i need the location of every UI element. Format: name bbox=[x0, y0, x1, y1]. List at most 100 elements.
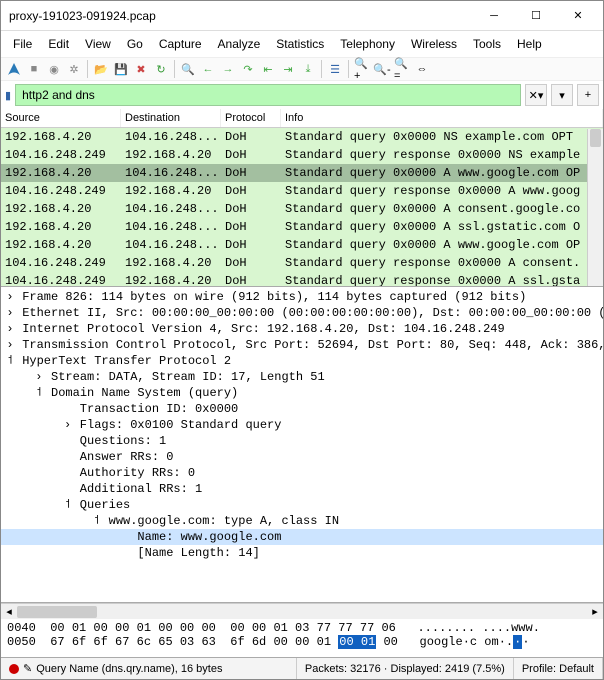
zoom-in-icon[interactable]: 🔍+ bbox=[353, 60, 371, 78]
detail-line[interactable]: › Ethernet II, Src: 00:00:00_00:00:00 (0… bbox=[1, 305, 603, 321]
vertical-scrollbar[interactable] bbox=[587, 129, 603, 286]
last-icon[interactable]: ⇥ bbox=[279, 60, 297, 78]
menu-view[interactable]: View bbox=[79, 35, 117, 53]
minimize-button[interactable]: ─ bbox=[473, 2, 515, 30]
tree-caret-icon[interactable]: › bbox=[5, 338, 15, 352]
menu-edit[interactable]: Edit bbox=[42, 35, 75, 53]
jump-icon[interactable]: ↷ bbox=[239, 60, 257, 78]
menu-bar: File Edit View Go Capture Analyze Statis… bbox=[1, 31, 603, 57]
menu-help[interactable]: Help bbox=[511, 35, 548, 53]
details-hscroll[interactable]: ◂ ▸ bbox=[1, 603, 603, 619]
reload-icon[interactable]: ↻ bbox=[152, 60, 170, 78]
tree-caret-icon[interactable] bbox=[120, 546, 130, 560]
stop-icon[interactable]: ■ bbox=[25, 60, 43, 78]
detail-line[interactable]: Questions: 1 bbox=[1, 433, 603, 449]
detail-line[interactable]: [Name Length: 14] bbox=[1, 545, 603, 561]
packet-row[interactable]: 192.168.4.20104.16.248...DoHStandard que… bbox=[1, 164, 603, 182]
tree-caret-icon[interactable] bbox=[63, 450, 73, 464]
prev-icon[interactable]: ← bbox=[199, 60, 217, 78]
options-icon[interactable]: ✲ bbox=[65, 60, 83, 78]
col-destination[interactable]: Destination bbox=[121, 109, 221, 127]
colorize-icon[interactable]: ☰ bbox=[326, 60, 344, 78]
detail-line[interactable]: ˦ www.google.com: type A, class IN bbox=[1, 513, 603, 529]
detail-line[interactable]: Transaction ID: 0x0000 bbox=[1, 401, 603, 417]
save-icon[interactable]: 💾 bbox=[112, 60, 130, 78]
menu-telephony[interactable]: Telephony bbox=[334, 35, 401, 53]
detail-line[interactable]: ˦ Domain Name System (query) bbox=[1, 385, 603, 401]
packet-list-pane[interactable]: Source Destination Protocol Info 192.168… bbox=[1, 109, 603, 287]
status-left: ✎ Query Name (dns.qry.name), 16 bytes bbox=[1, 658, 297, 679]
menu-file[interactable]: File bbox=[7, 35, 38, 53]
tree-caret-icon[interactable] bbox=[63, 482, 73, 496]
scroll-left-icon[interactable]: ◂ bbox=[1, 605, 17, 618]
packet-row[interactable]: 192.168.4.20104.16.248...DoHStandard que… bbox=[1, 236, 603, 254]
capture-info-icon[interactable]: ✎ bbox=[23, 662, 32, 675]
status-right[interactable]: Profile: Default bbox=[514, 658, 603, 679]
title-bar: proxy-191023-091924.pcap ─ ☐ ✕ bbox=[1, 1, 603, 31]
menu-statistics[interactable]: Statistics bbox=[270, 35, 330, 53]
bookmark-icon[interactable]: ▮ bbox=[5, 89, 11, 102]
menu-tools[interactable]: Tools bbox=[467, 35, 507, 53]
zoom-out-icon[interactable]: 🔍- bbox=[373, 60, 391, 78]
tree-caret-icon[interactable]: › bbox=[5, 322, 15, 336]
tree-caret-icon[interactable]: › bbox=[5, 290, 15, 304]
tree-caret-icon[interactable] bbox=[63, 402, 73, 416]
detail-line[interactable]: Name: www.google.com bbox=[1, 529, 603, 545]
open-icon[interactable]: 📂 bbox=[92, 60, 110, 78]
fin-icon[interactable] bbox=[5, 60, 23, 78]
hex-dump-pane[interactable]: 0040 00 01 00 00 01 00 00 00 00 00 01 03… bbox=[1, 619, 603, 657]
tree-caret-icon[interactable]: › bbox=[63, 418, 73, 432]
next-icon[interactable]: → bbox=[219, 60, 237, 78]
tree-caret-icon[interactable]: › bbox=[34, 370, 44, 384]
tree-caret-icon[interactable] bbox=[63, 434, 73, 448]
close-button[interactable]: ✕ bbox=[557, 2, 599, 30]
find-icon[interactable]: 🔍 bbox=[179, 60, 197, 78]
first-icon[interactable]: ⇤ bbox=[259, 60, 277, 78]
scroll-right-icon[interactable]: ▸ bbox=[587, 605, 603, 618]
detail-line[interactable]: ˦ Queries bbox=[1, 497, 603, 513]
detail-line[interactable]: Answer RRs: 0 bbox=[1, 449, 603, 465]
filter-apply-button[interactable]: ▾ bbox=[551, 84, 573, 106]
display-filter-input[interactable]: http2 and dns bbox=[15, 84, 521, 106]
tree-caret-icon[interactable]: ˦ bbox=[5, 354, 15, 368]
detail-line[interactable]: › Internet Protocol Version 4, Src: 192.… bbox=[1, 321, 603, 337]
detail-line[interactable]: › Flags: 0x0100 Standard query bbox=[1, 417, 603, 433]
filter-add-button[interactable]: + bbox=[577, 84, 599, 106]
col-info[interactable]: Info bbox=[281, 109, 603, 127]
packet-row[interactable]: 104.16.248.249192.168.4.20DoHStandard qu… bbox=[1, 182, 603, 200]
resize-cols-icon[interactable]: ⇔ bbox=[413, 60, 431, 78]
menu-wireless[interactable]: Wireless bbox=[405, 35, 463, 53]
detail-line[interactable]: › Stream: DATA, Stream ID: 17, Length 51 bbox=[1, 369, 603, 385]
detail-line[interactable]: › Frame 826: 114 bytes on wire (912 bits… bbox=[1, 289, 603, 305]
menu-analyze[interactable]: Analyze bbox=[212, 35, 267, 53]
tree-caret-icon[interactable]: ˦ bbox=[34, 386, 44, 400]
tree-caret-icon[interactable]: ˦ bbox=[63, 498, 73, 512]
menu-go[interactable]: Go bbox=[121, 35, 149, 53]
detail-line[interactable]: › Transmission Control Protocol, Src Por… bbox=[1, 337, 603, 353]
tree-caret-icon[interactable] bbox=[63, 466, 73, 480]
restart-icon[interactable]: ◉ bbox=[45, 60, 63, 78]
autoscroll-icon[interactable]: ⤓ bbox=[299, 60, 317, 78]
packet-row[interactable]: 104.16.248.249192.168.4.20DoHStandard qu… bbox=[1, 272, 603, 287]
packet-details-pane[interactable]: › Frame 826: 114 bytes on wire (912 bits… bbox=[1, 287, 603, 603]
packet-row[interactable]: 192.168.4.20104.16.248...DoHStandard que… bbox=[1, 218, 603, 236]
close-file-icon[interactable]: ✖ bbox=[132, 60, 150, 78]
col-protocol[interactable]: Protocol bbox=[221, 109, 281, 127]
tree-caret-icon[interactable]: ˦ bbox=[91, 514, 101, 528]
tree-caret-icon[interactable] bbox=[120, 530, 130, 544]
expert-info-icon[interactable] bbox=[9, 664, 19, 674]
tree-caret-icon[interactable]: › bbox=[5, 306, 15, 320]
zoom-reset-icon[interactable]: 🔍= bbox=[393, 60, 411, 78]
menu-capture[interactable]: Capture bbox=[153, 35, 208, 53]
packet-row[interactable]: 192.168.4.20104.16.248...DoHStandard que… bbox=[1, 200, 603, 218]
detail-line[interactable]: Authority RRs: 0 bbox=[1, 465, 603, 481]
filter-clear-button[interactable]: ✕▾ bbox=[525, 84, 547, 106]
packet-row[interactable]: 192.168.4.20104.16.248...DoHStandard que… bbox=[1, 128, 603, 146]
packet-row[interactable]: 104.16.248.249192.168.4.20DoHStandard qu… bbox=[1, 146, 603, 164]
col-source[interactable]: Source bbox=[1, 109, 121, 127]
maximize-button[interactable]: ☐ bbox=[515, 2, 557, 30]
packet-row[interactable]: 104.16.248.249192.168.4.20DoHStandard qu… bbox=[1, 254, 603, 272]
detail-line[interactable]: ˦ HyperText Transfer Protocol 2 bbox=[1, 353, 603, 369]
detail-line[interactable]: Additional RRs: 1 bbox=[1, 481, 603, 497]
status-bar: ✎ Query Name (dns.qry.name), 16 bytes Pa… bbox=[1, 657, 603, 679]
